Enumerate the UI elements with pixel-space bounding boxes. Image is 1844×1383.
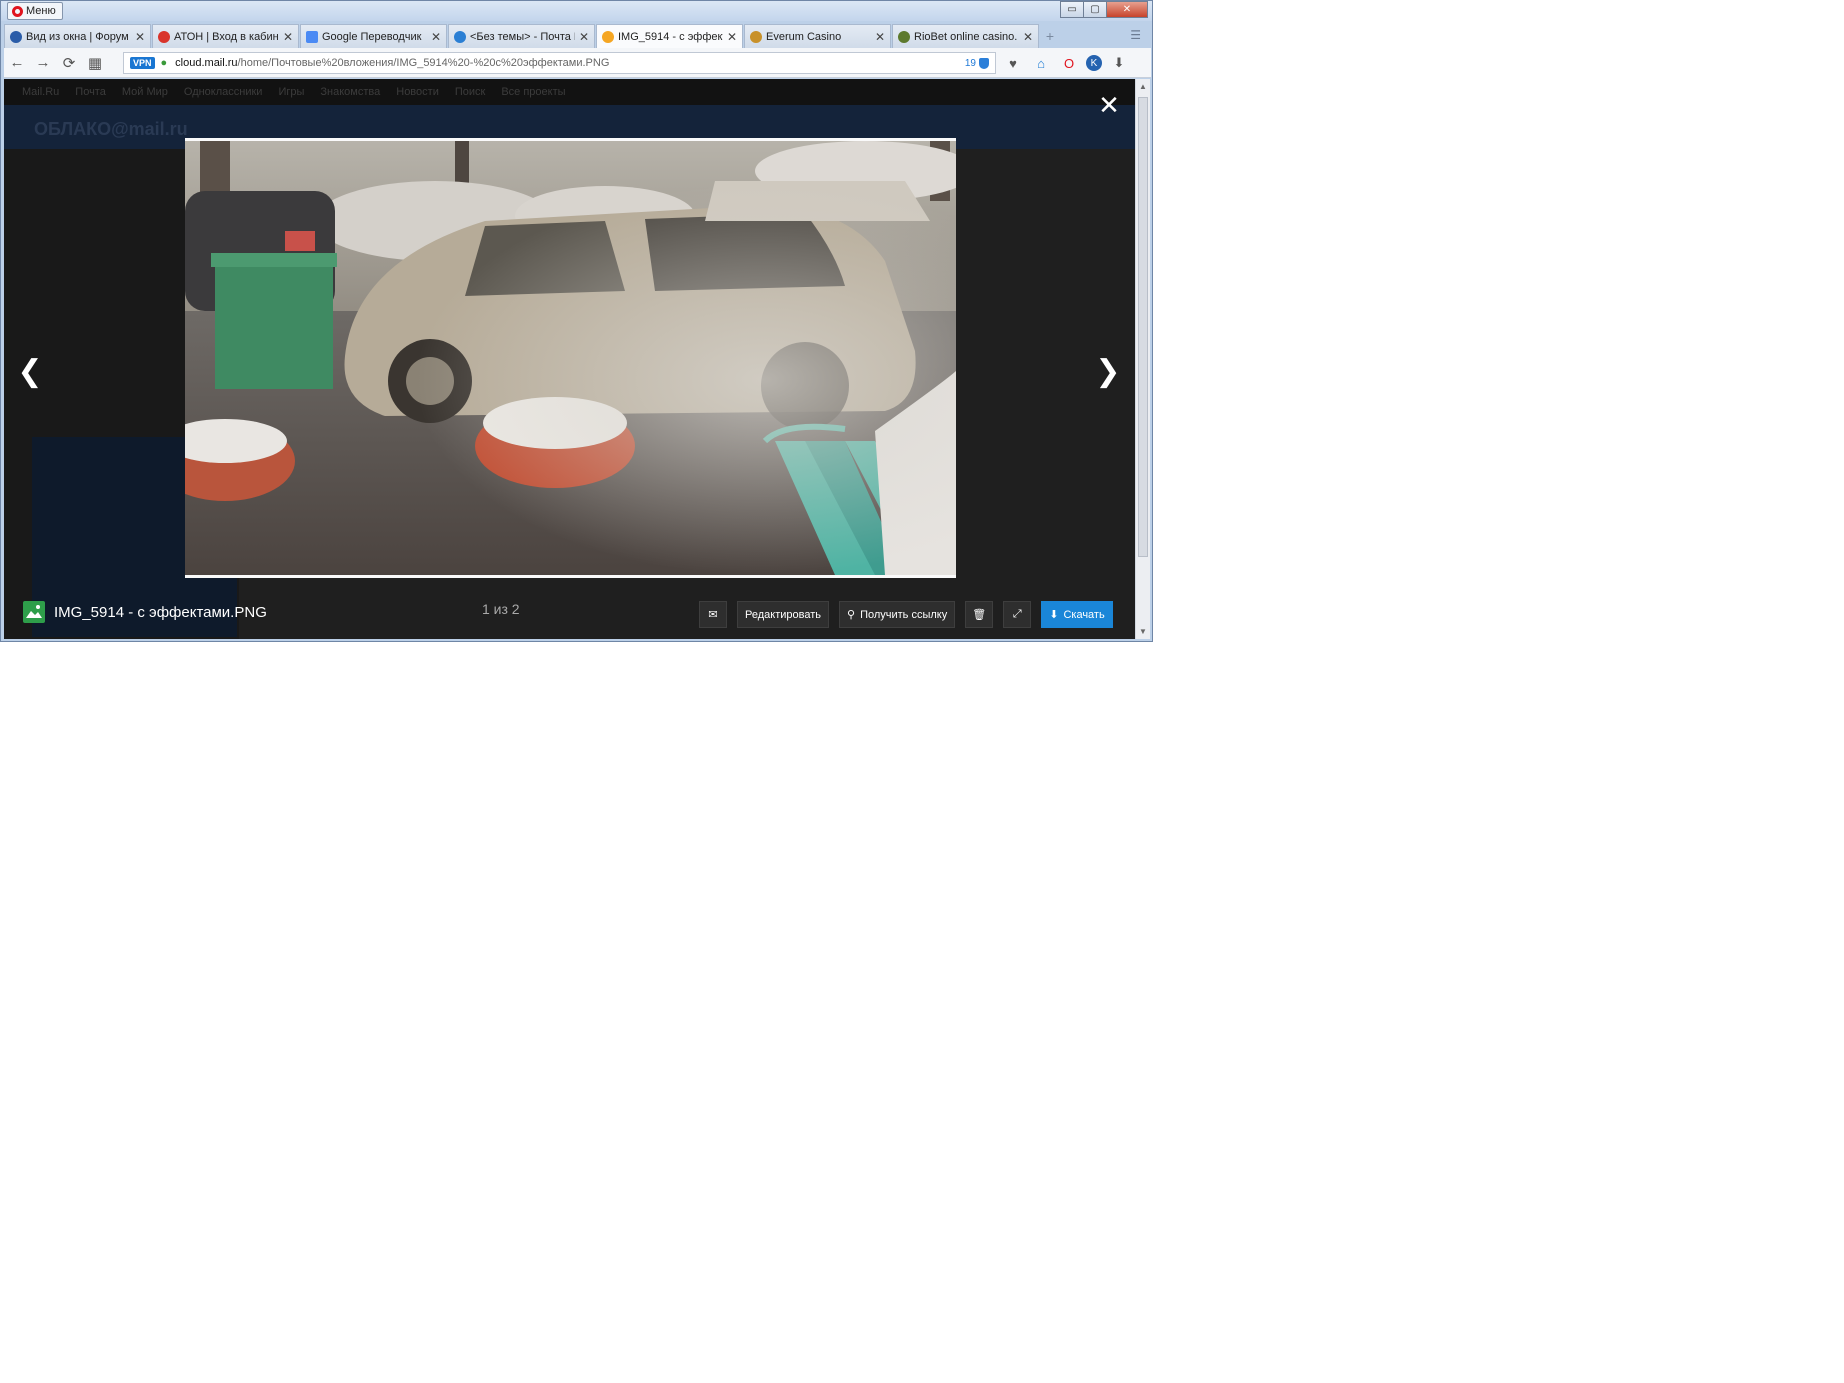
photo-image [185, 141, 956, 575]
nav-link[interactable]: Mail.Ru [22, 86, 59, 98]
address-bar[interactable]: VPN ● cloud.mail.ru/home/Почтовые%20влож… [123, 52, 996, 74]
download-arrow-icon: ⬇ [1049, 609, 1059, 621]
nav-link[interactable]: Мой Мир [122, 86, 168, 98]
cloud-favicon-icon [602, 30, 614, 43]
tab-title: Everum Casino [766, 30, 842, 43]
extension-icon[interactable]: ⌂ [1030, 52, 1052, 74]
tab-title: АТОН | Вход в кабине [174, 30, 279, 43]
get-link-button[interactable]: ⚲ Получить ссылку [839, 601, 956, 628]
nav-link[interactable]: Новости [396, 86, 439, 98]
fullscreen-button[interactable]: ⤢ [1003, 601, 1032, 628]
nav-link[interactable]: Знакомства [320, 86, 380, 98]
nav-link[interactable]: Все проекты [501, 86, 565, 98]
expand-icon: ⤢ [1012, 608, 1022, 620]
link-icon: ⚲ [847, 609, 856, 621]
lock-icon[interactable]: ● [161, 57, 168, 69]
delete-button[interactable]: 🗑 [965, 601, 994, 628]
tab-aton[interactable]: АТОН | Вход в кабине ✕ [152, 24, 299, 48]
mail-favicon-icon [454, 30, 466, 43]
next-image-icon[interactable]: ❯ [1093, 354, 1123, 388]
minimize-button[interactable]: ▭ [1060, 1, 1084, 18]
url-text[interactable]: cloud.mail.ru/home/Почтовые%20вложения/I… [175, 57, 609, 69]
opera-menu-button[interactable]: Меню [7, 2, 63, 20]
casino-favicon-icon [750, 30, 762, 43]
tab-title: IMG_5914 - с эффекта [618, 30, 723, 43]
menu-label: Меню [26, 5, 56, 17]
tab-cloud-image[interactable]: IMG_5914 - с эффекта ✕ [596, 24, 743, 48]
riobet-favicon-icon [898, 30, 910, 43]
cloud-logo: ОБЛАКО@mail.ru [34, 119, 188, 139]
viewer-actions: ✉ Редактировать ⚲ Получить ссылку 🗑 ⤢ ⬇ Ск… [699, 601, 1113, 628]
scroll-up-icon[interactable]: ▲ [1139, 82, 1147, 91]
tab-close-icon[interactable]: ✕ [875, 30, 885, 44]
nav-link[interactable]: Игры [278, 86, 304, 98]
photo-preview [185, 138, 956, 578]
url-host: cloud.mail.ru [175, 57, 238, 69]
adblock-badge[interactable]: 19 [964, 57, 989, 69]
tab-close-icon[interactable]: ✕ [579, 30, 589, 44]
site-favicon-icon [10, 30, 22, 43]
speed-dial-icon[interactable]: ▦ [82, 54, 108, 72]
email-button[interactable]: ✉ [699, 601, 727, 628]
tab-close-icon[interactable]: ✕ [727, 30, 737, 44]
previous-image-icon[interactable]: ❮ [15, 354, 45, 388]
scroll-down-icon[interactable]: ▼ [1139, 627, 1147, 636]
k-extension-icon[interactable]: K [1086, 55, 1102, 71]
download-icon[interactable]: ⬇ [1108, 52, 1130, 74]
opera-o-icon[interactable]: O [1058, 52, 1080, 74]
edit-button[interactable]: Редактировать [737, 601, 829, 628]
tab-google-translate[interactable]: Google Переводчик ✕ [300, 24, 447, 48]
tab-title: Google Переводчик [322, 30, 422, 43]
browser-window: Меню ▭ ▢ ✕ Вид из окна | Форум и ✕ АТОН … [0, 0, 1153, 642]
trash-icon: 🗑 [972, 609, 987, 621]
forward-icon[interactable]: → [30, 54, 56, 71]
tab-title: RioBet online casino. [914, 30, 1018, 43]
envelope-icon: ✉ [708, 609, 718, 621]
heart-icon[interactable]: ♥ [1002, 52, 1024, 74]
tab-bar: Вид из окна | Форум и ✕ АТОН | Вход в ка… [4, 24, 1151, 48]
nav-link[interactable]: Поиск [455, 86, 485, 98]
page-content: Mail.Ru Почта Мой Мир Одноклассники Игры… [4, 79, 1135, 639]
tab-mail[interactable]: <Без темы> - Почта М ✕ [448, 24, 595, 48]
tab-riobet[interactable]: RioBet online casino. ✕ [892, 24, 1039, 48]
image-file-icon [23, 601, 45, 623]
file-name: IMG_5914 - с эффектами.PNG [54, 604, 267, 621]
extensions-bar: ♥ ⌂ O K ⬇ [1002, 52, 1130, 74]
close-window-button[interactable]: ✕ [1106, 1, 1148, 18]
image-counter: 1 из 2 [482, 601, 520, 617]
adblock-count: 19 [964, 57, 976, 69]
google-translate-icon [306, 30, 318, 43]
tab-title: <Без темы> - Почта М [470, 30, 575, 43]
aton-favicon-icon [158, 30, 170, 43]
title-bar: Меню ▭ ▢ ✕ [1, 1, 1152, 21]
tab-close-icon[interactable]: ✕ [1023, 30, 1033, 44]
window-controls: ▭ ▢ ✕ [1060, 1, 1148, 18]
url-path: /home/Почтовые%20вложения/IMG_5914%20-%2… [237, 57, 610, 69]
download-button[interactable]: ⬇ Скачать [1041, 601, 1113, 628]
reload-icon[interactable]: ⟳ [56, 54, 82, 72]
back-icon[interactable]: ← [4, 54, 30, 71]
vpn-badge[interactable]: VPN [130, 57, 155, 69]
close-viewer-icon[interactable]: ✕ [1097, 90, 1121, 120]
tab-close-icon[interactable]: ✕ [431, 30, 441, 44]
tab-menu-icon[interactable]: ☰ [1130, 28, 1141, 42]
opera-logo-icon [12, 5, 23, 17]
tab-close-icon[interactable]: ✕ [135, 30, 145, 44]
shield-icon [979, 57, 989, 69]
viewer-toolbar: IMG_5914 - с эффектами.PNG 1 из 2 ✉ Реда… [4, 591, 1135, 639]
scrollbar-thumb[interactable] [1138, 97, 1148, 557]
new-tab-button[interactable]: + [1040, 24, 1060, 48]
maximize-button[interactable]: ▢ [1083, 1, 1107, 18]
download-label: Скачать [1063, 608, 1105, 621]
tab-title: Вид из окна | Форум и [26, 30, 131, 43]
tab-everum[interactable]: Everum Casino ✕ [744, 24, 891, 48]
tab-close-icon[interactable]: ✕ [283, 30, 293, 44]
mailru-top-nav: Mail.Ru Почта Мой Мир Одноклассники Игры… [4, 79, 1135, 105]
tab-forum[interactable]: Вид из окна | Форум и ✕ [4, 24, 151, 48]
nav-link[interactable]: Почта [75, 86, 106, 98]
vertical-scrollbar[interactable]: ▲ ▼ [1135, 79, 1150, 639]
navigation-bar: ← → ⟳ ▦ VPN ● cloud.mail.ru/home/Почтовы… [4, 48, 1151, 78]
get-link-label: Получить ссылку [860, 608, 948, 621]
nav-link[interactable]: Одноклассники [184, 86, 263, 98]
